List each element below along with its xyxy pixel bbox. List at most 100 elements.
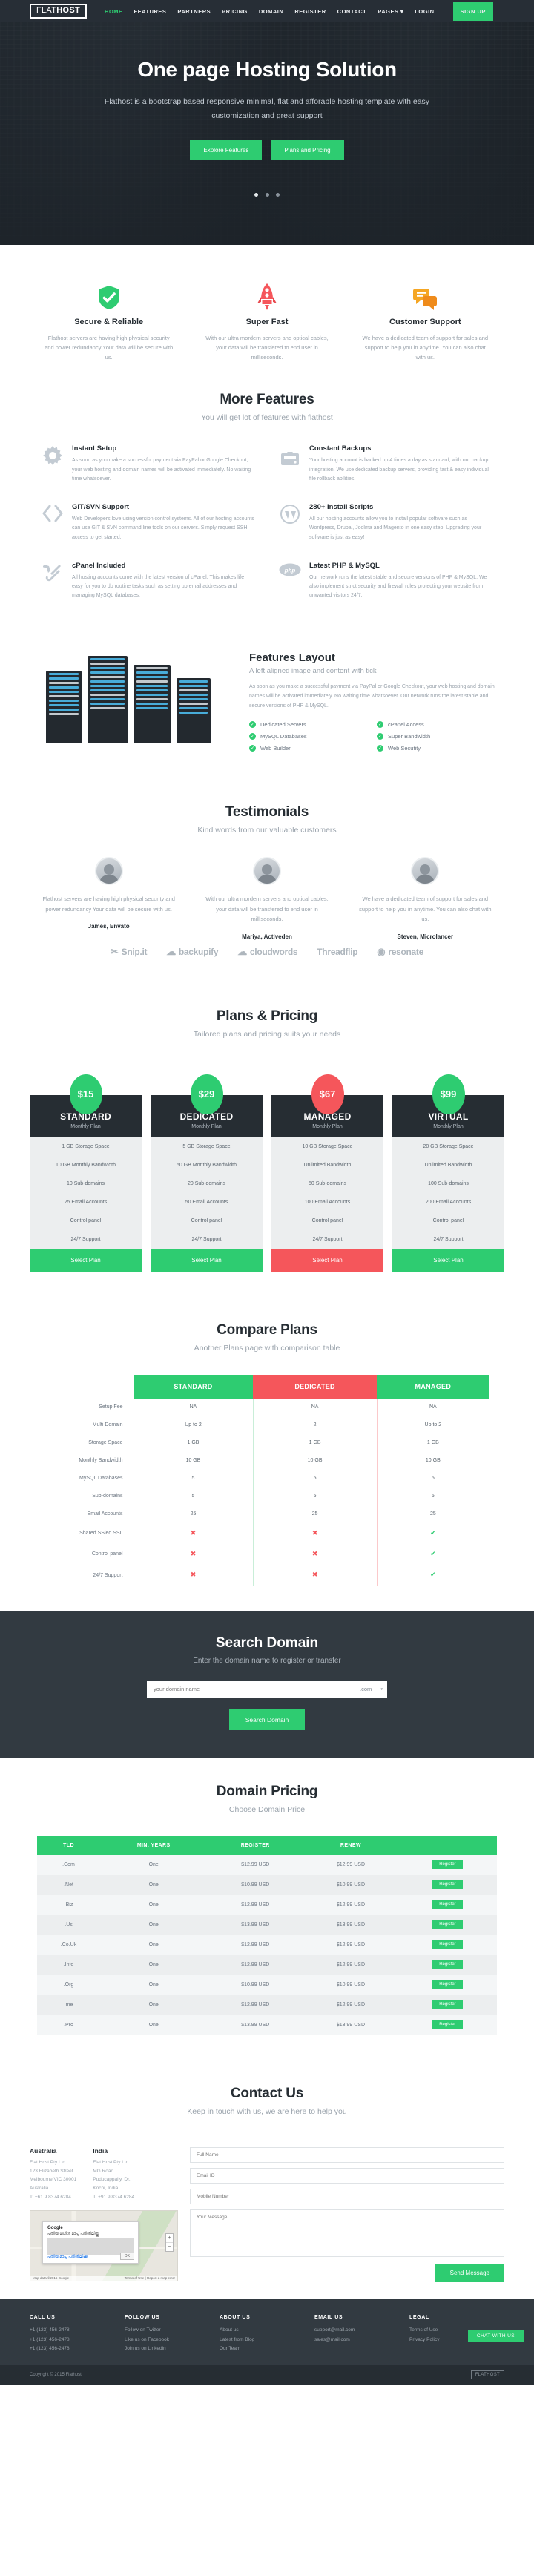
tick-item: ✓ Super Bandwidth <box>377 730 504 742</box>
footer-column-lines[interactable]: About us Latest from Blog Our Team <box>220 2326 303 2354</box>
message-textarea[interactable] <box>190 2209 504 2257</box>
domain-tld: .Com <box>37 1854 101 1875</box>
brand-label: backupify <box>178 946 219 957</box>
more-feature-text: As soon as you make a successful payment… <box>72 458 251 482</box>
search-domain-button[interactable]: Search Domain <box>228 1709 306 1730</box>
footer-column-lines[interactable]: support@mail.com sales@mail.com <box>314 2326 398 2345</box>
mobile-input[interactable] <box>190 2188 504 2204</box>
plan-feature: 10 GB Storage Space <box>302 1143 353 1149</box>
email-input[interactable] <box>190 2167 504 2184</box>
nav-item-features[interactable]: FEATURES <box>134 8 167 15</box>
map-terms-link[interactable]: Terms of Use | Report a map error <box>125 2276 175 2280</box>
compare-header-standard: STANDARD <box>134 1374 253 1399</box>
domain-search-input[interactable] <box>147 1680 355 1698</box>
check-icon: ✓ <box>377 744 383 752</box>
table-row: .Pro One $13.99 USD $13.99 USD Register <box>37 2014 497 2035</box>
domain-tld: .Net <box>37 1874 101 1895</box>
table-row: 24/7 Support ✖ ✖ ✔ <box>44 1564 490 1586</box>
select-plan-button[interactable]: Select Plan <box>271 1248 383 1272</box>
google-map[interactable]: Google പുതിയ ഗൂഗിള്‍ മാപ്പ് പരിശീലിയ്ക്ക… <box>30 2210 178 2282</box>
plan-features: 10 GB Storage Space Unlimited Bandwidth … <box>271 1137 383 1249</box>
cross-icon: ✖ <box>312 1529 318 1537</box>
map-zoom-in-button[interactable]: + <box>166 2234 173 2242</box>
register-button[interactable]: Register <box>432 1860 463 1870</box>
map-ok-button[interactable]: OK <box>119 2253 134 2261</box>
features-layout-subtitle: A left aligned image and content with ti… <box>249 666 377 675</box>
plan-price-badge: $67 <box>311 1074 344 1114</box>
server-rack-1 <box>46 670 82 743</box>
section-subtitle: Kind words from our valuable customers <box>197 826 337 835</box>
section-title: Testimonials <box>225 804 309 821</box>
compare-cell: 5 <box>133 1469 254 1488</box>
carousel-dot-2[interactable] <box>265 192 269 197</box>
plan-feature: Unlimited Bandwidth <box>424 1162 472 1168</box>
logo-bold-text: HOST <box>56 6 81 15</box>
signup-button[interactable]: SIGN UP <box>452 1 493 21</box>
register-button[interactable]: Register <box>432 1900 463 1910</box>
tick-item: ✓ Dedicated Servers <box>249 718 377 730</box>
register-button[interactable]: Register <box>432 1980 463 1990</box>
nav-item-register[interactable]: REGISTER <box>294 8 326 15</box>
domain-renew-price: $12.99 USD <box>303 1994 398 2015</box>
nav-item-contact[interactable]: CONTACT <box>337 8 367 15</box>
compare-row-label: Control panel <box>91 1551 123 1557</box>
nav-item-domain[interactable]: DOMAIN <box>259 8 283 15</box>
select-plan-button[interactable]: Select Plan <box>151 1248 263 1272</box>
carousel-dot-3[interactable] <box>275 192 280 197</box>
map-zoom-out-button[interactable]: − <box>166 2242 173 2251</box>
nav-item-home[interactable]: HOME <box>105 8 123 15</box>
domain-register-price: $12.99 USD <box>207 1934 304 1955</box>
address-country: India <box>93 2146 108 2155</box>
tick-label: Super Bandwidth <box>388 732 431 740</box>
plan-feature: Control panel <box>432 1218 464 1223</box>
feature-card-text: Flathost servers are having high physica… <box>44 335 174 361</box>
compare-cell: Up to 2 <box>376 1416 490 1434</box>
chat-with-us-button[interactable]: CHAT WITH US <box>467 2329 524 2342</box>
domain-col-tld: TLD <box>37 1836 101 1855</box>
nav-item-pages-dropdown[interactable]: PAGES ▾ <box>378 8 403 15</box>
plans-and-pricing-button[interactable]: Plans and Pricing <box>271 139 344 160</box>
register-button[interactable]: Register <box>432 2000 463 2010</box>
full-name-input[interactable] <box>190 2146 504 2163</box>
compare-cell: ✖ <box>133 1564 254 1586</box>
map-card-link[interactable]: പുതിയ മാപ്പ് പരിശീലിക്കൂ <box>47 2255 88 2259</box>
svg-text:php: php <box>284 567 296 574</box>
map-zoom-controls[interactable]: + − <box>165 2233 174 2253</box>
table-row: .Net One $10.99 USD $10.99 USD Register <box>37 1874 497 1895</box>
domain-pricing-table: TLD MIN. YEARS REGISTER RENEW .Com One $12… <box>37 1836 497 2035</box>
compare-cell: ✔ <box>376 1543 490 1565</box>
map-data-credit: Map data ©2015 Google <box>33 2276 70 2281</box>
select-plan-button[interactable]: Select Plan <box>30 1248 142 1272</box>
more-feature-text: All our hosting accounts allow you to in… <box>309 516 482 540</box>
contact-section: Contact Us Keep in touch with us, we are… <box>0 2060 534 2299</box>
section-subtitle: You will get lot of features with flatho… <box>201 413 333 423</box>
send-message-button[interactable]: Send Message <box>435 2263 504 2282</box>
footer-column-lines[interactable]: Follow on Twitter Like us on Facebook Jo… <box>125 2326 208 2354</box>
plan-feature: 20 GB Storage Space <box>423 1143 474 1149</box>
register-button[interactable]: Register <box>432 1940 463 1950</box>
domain-register-price: $12.99 USD <box>207 1854 304 1875</box>
register-button[interactable]: Register <box>432 1920 463 1930</box>
register-button[interactable]: Register <box>432 1880 463 1890</box>
tick-item: ✓ Web Secutity <box>377 742 504 754</box>
table-row: Setup Fee NA NA NA <box>44 1398 490 1416</box>
site-logo[interactable]: FLATHOST <box>30 4 88 19</box>
register-button[interactable]: Register <box>432 2020 463 2030</box>
table-row: .Com One $12.99 USD $12.99 USD Register <box>37 1854 497 1875</box>
more-feature-title: Instant Setup <box>72 444 117 453</box>
compare-cell: 5 <box>133 1487 254 1505</box>
more-features-heading: More Features You will get lot of featur… <box>30 392 504 422</box>
register-button[interactable]: Register <box>432 1960 463 1970</box>
hero-carousel-dots[interactable] <box>0 190 534 199</box>
explore-features-button[interactable]: Explore Features <box>190 139 263 160</box>
nav-item-partners[interactable]: PARTNERS <box>177 8 211 15</box>
code-brackets-icon <box>42 503 64 542</box>
more-feature-item: Constant Backups Your hosting account is… <box>267 444 504 503</box>
section-title: Domain Pricing <box>216 1783 318 1799</box>
tld-select[interactable]: .com ▾ <box>355 1680 387 1698</box>
select-plan-button[interactable]: Select Plan <box>392 1248 504 1272</box>
nav-item-login[interactable]: LOGIN <box>415 8 434 15</box>
section-subtitle: Choose Domain Price <box>228 1804 306 1814</box>
carousel-dot-1[interactable] <box>254 192 259 197</box>
nav-item-pricing[interactable]: PRICING <box>222 8 248 15</box>
